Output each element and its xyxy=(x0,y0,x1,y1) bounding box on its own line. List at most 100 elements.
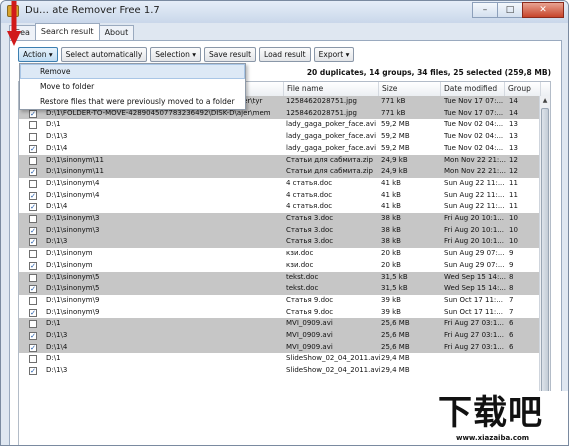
table-row[interactable]: D:\1 SlideShow_02_04_2011.avi 29,4 MB xyxy=(19,353,541,365)
size-cell: 24,9 kB xyxy=(381,167,408,176)
column-header-file-name[interactable]: File name xyxy=(284,82,379,96)
table-row[interactable]: ✓ D:\1\sinonym\9 Статья 9.doc 39 kB Sun Oct … xyxy=(19,307,541,319)
scroll-up-icon[interactable]: ▲ xyxy=(541,97,549,105)
file-name-cell: lady_gaga_poker_face.avi xyxy=(286,120,377,129)
table-row[interactable]: ✓ D:\1\4 lady_gaga_poker_face.avi 59,2 MB Tu… xyxy=(19,143,541,155)
table-row[interactable]: ✓ D:\1\sinonym кзи.doc 20 kB Sun Aug 29 07:.… xyxy=(19,260,541,272)
folder-cell: D:\1\4 xyxy=(46,143,68,152)
size-cell: 31,5 kB xyxy=(381,284,408,293)
row-checkbox[interactable]: ✓ xyxy=(29,308,37,317)
row-checkbox[interactable]: ✓ xyxy=(29,285,37,294)
file-name-cell: Статьи для сабмита.zip xyxy=(286,155,373,164)
table-row[interactable]: D:\1 lady_gaga_poker_face.avi 59,2 MB Tue N… xyxy=(19,119,541,131)
row-checkbox[interactable]: ✓ xyxy=(29,367,37,376)
table-row[interactable]: D:\1\sinonym кзи.doc 20 kB Sun Aug 29 07:..… xyxy=(19,248,541,260)
table-row[interactable]: ✓ D:\1\3 Статья 3.doc 38 kB Fri Aug 20 10:1.… xyxy=(19,236,541,249)
row-checkbox[interactable] xyxy=(29,296,37,305)
date-modified-cell: Mon Nov 22 21:... xyxy=(444,167,506,176)
folder-cell: D:\1\sinonym\5 xyxy=(46,272,100,281)
size-cell: 59,2 MB xyxy=(381,132,410,141)
scrollbar-thumb[interactable] xyxy=(541,108,549,408)
table-row[interactable]: ✓ D:\1\3 MVI_0909.avi 25,6 MB Fri Aug 27 03:… xyxy=(19,330,541,342)
table-row[interactable]: ✓ D:\1\sinonym\4 4 статья.doc 41 kB Sun Aug … xyxy=(19,190,541,202)
menu-item-remove[interactable]: Remove xyxy=(20,64,245,79)
table-row[interactable]: D:\1\3 lady_gaga_poker_face.avi 59,2 MB Tue… xyxy=(19,131,541,143)
table-row[interactable]: D:\1\sinonym\9 Статья 9.doc 39 kB Sun Oct 1… xyxy=(19,295,541,307)
table-row[interactable]: ✓ D:\1\4 4 статья.doc 41 kB Sun Aug 22 11:..… xyxy=(19,201,541,213)
group-cell: 14 xyxy=(509,97,518,105)
table-row[interactable]: D:\1\sinonym\3 Статья 3.doc 38 kB Fri Aug 2… xyxy=(19,213,541,225)
row-checkbox[interactable] xyxy=(29,320,37,329)
row-checkbox[interactable]: ✓ xyxy=(29,203,37,212)
table-row[interactable]: D:\1\sinonym\5 tekst.doc 31,5 kB Wed Sep 15… xyxy=(19,271,541,284)
table-row[interactable]: D:\1 MVI_0909.avi 25,6 MB Fri Aug 27 03:1..… xyxy=(19,318,541,330)
row-checkbox[interactable]: ✓ xyxy=(29,109,37,118)
row-checkbox[interactable]: ✓ xyxy=(29,168,37,177)
folder-cell: D:\1\3 xyxy=(46,366,68,375)
folder-cell: D:\1\sinonym\9 xyxy=(46,307,100,316)
row-checkbox[interactable]: ✓ xyxy=(29,226,37,235)
export-dropdown-button[interactable]: Export ▾ xyxy=(313,47,355,62)
file-name-cell: SlideShow_02_04_2011.avi xyxy=(286,354,380,363)
size-cell: 59,2 MB xyxy=(381,143,410,152)
table-row[interactable]: ✓ D:\1\4 MVI_0909.avi 25,6 MB Fri Aug 27 03:… xyxy=(19,341,541,354)
menu-item-restore-files[interactable]: Restore files that were previously moved… xyxy=(20,94,245,109)
group-cell: 13 xyxy=(509,143,518,152)
selection-dropdown-button[interactable]: Selection ▾ xyxy=(150,47,202,62)
size-cell: 38 kB xyxy=(381,225,401,234)
folder-cell: D:\1\sinonym\11 xyxy=(46,167,104,176)
column-header-date-modified[interactable]: Date modified xyxy=(441,82,505,96)
table-row[interactable]: ✓ D:\1\sinonym\11 Статьи для сабмита.zip 24… xyxy=(19,166,541,178)
date-modified-cell: Fri Aug 27 03:1... xyxy=(444,342,504,351)
size-cell: 20 kB xyxy=(381,260,401,269)
group-cell: 14 xyxy=(509,108,518,117)
row-checkbox[interactable] xyxy=(29,355,37,364)
size-cell: 59,2 MB xyxy=(381,120,410,129)
group-cell: 9 xyxy=(509,249,514,258)
row-checkbox[interactable] xyxy=(29,273,37,282)
row-checkbox[interactable] xyxy=(29,156,37,165)
row-checkbox[interactable]: ✓ xyxy=(29,343,37,352)
row-checkbox[interactable]: ✓ xyxy=(29,238,37,247)
tab-about[interactable]: About xyxy=(98,25,135,40)
load-result-button[interactable]: Load result xyxy=(259,47,311,62)
save-result-button[interactable]: Save result xyxy=(204,47,257,62)
group-cell: 11 xyxy=(509,190,518,199)
row-checkbox[interactable]: ✓ xyxy=(29,332,37,340)
column-header-group[interactable]: Group xyxy=(505,82,541,96)
row-checkbox[interactable] xyxy=(29,179,37,188)
menu-item-move-to-folder[interactable]: Move to folder xyxy=(20,79,245,94)
table-row[interactable]: D:\1\sinonym\11 Статьи для сабмита.zip 24,… xyxy=(19,154,541,167)
group-cell: 8 xyxy=(509,284,514,293)
file-name-cell: 1258462028751.jpg xyxy=(286,108,357,117)
table-row[interactable]: ✓ D:\1\3 SlideShow_02_04_2011.avi 29,4 MB xyxy=(19,365,541,377)
table-row[interactable]: D:\1\sinonym\4 4 статья.doc 41 kB Sun Aug 2… xyxy=(19,178,541,190)
date-modified-cell xyxy=(444,365,507,377)
file-name-cell: 1258462028751.jpg xyxy=(286,97,357,105)
row-checkbox[interactable] xyxy=(29,215,37,223)
close-button[interactable]: ✕ xyxy=(522,2,564,18)
select-automatically-button[interactable]: Select automatically xyxy=(60,47,148,62)
row-checkbox[interactable]: ✓ xyxy=(29,191,37,200)
size-cell: 39 kB xyxy=(381,295,401,304)
folder-cell: D:\1\sinonym\3 xyxy=(46,225,100,234)
file-name-cell: tekst.doc xyxy=(286,272,319,281)
maximize-button[interactable]: □ xyxy=(497,2,523,18)
row-checkbox[interactable] xyxy=(29,250,37,259)
row-checkbox[interactable] xyxy=(29,133,37,142)
action-dropdown-button[interactable]: Action ▾ xyxy=(18,47,58,62)
row-checkbox[interactable]: ✓ xyxy=(29,144,37,153)
row-checkbox[interactable]: ✓ xyxy=(29,261,37,270)
table-row[interactable]: ✓ D:\1\sinonym\3 Статья 3.doc 38 kB Fri Aug … xyxy=(19,224,541,237)
result-summary: 20 duplicates, 14 groups, 34 files, 25 s… xyxy=(306,68,551,77)
size-cell: 41 kB xyxy=(381,190,401,199)
date-modified-cell xyxy=(444,353,507,365)
minimize-button[interactable]: – xyxy=(472,2,498,18)
file-name-cell: Статья 9.doc xyxy=(286,307,334,316)
column-header-size[interactable]: Size xyxy=(379,82,441,96)
row-checkbox[interactable] xyxy=(29,121,37,130)
table-row[interactable]: ✓ D:\1\sinonym\5 tekst.doc 31,5 kB Wed Sep 1… xyxy=(19,283,541,295)
tab-search-result[interactable]: Search result xyxy=(34,23,100,40)
folder-cell: D:\1 xyxy=(46,354,61,363)
group-cell: 7 xyxy=(509,307,514,316)
